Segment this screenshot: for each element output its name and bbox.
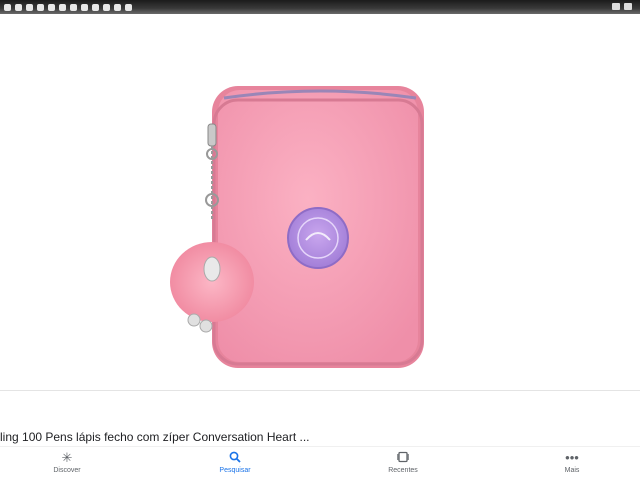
notification-icon bbox=[81, 3, 88, 11]
asterisk-icon: ✳ bbox=[61, 450, 73, 465]
notification-icon bbox=[70, 3, 77, 11]
battery-icon bbox=[624, 3, 632, 10]
notification-icon bbox=[92, 3, 99, 11]
notification-icon bbox=[37, 3, 44, 11]
notification-icon bbox=[114, 3, 121, 11]
bottom-navigation: ✳ Discover Pesquisar Recentes ••• Mais bbox=[0, 446, 640, 481]
nav-recents-label: Recentes bbox=[388, 467, 418, 474]
nav-more[interactable]: ••• Mais bbox=[532, 450, 612, 475]
notification-icon bbox=[59, 3, 66, 11]
search-icon bbox=[195, 451, 275, 465]
recents-icon bbox=[363, 451, 443, 465]
more-dots-icon: ••• bbox=[565, 450, 579, 465]
notification-icon bbox=[4, 3, 11, 11]
status-bar bbox=[0, 0, 640, 14]
pencil-case-illustration bbox=[170, 86, 424, 368]
nav-more-label: Mais bbox=[564, 467, 580, 474]
notification-icon bbox=[125, 3, 132, 11]
notification-icon bbox=[26, 3, 33, 11]
notification-icon bbox=[15, 3, 22, 11]
nav-recents[interactable]: Recentes bbox=[363, 451, 443, 474]
divider bbox=[0, 390, 640, 391]
nav-search[interactable]: Pesquisar bbox=[195, 451, 275, 474]
notification-icon bbox=[48, 3, 55, 11]
wifi-icon bbox=[612, 3, 620, 10]
nav-search-label: Pesquisar bbox=[219, 467, 251, 474]
nav-discover-label: Discover bbox=[53, 467, 81, 474]
notification-icon bbox=[103, 3, 110, 11]
result-caption[interactable]: ling 100 Pens lápis fecho com zíper Conv… bbox=[0, 430, 640, 444]
system-icons bbox=[612, 3, 632, 10]
product-image[interactable] bbox=[0, 14, 640, 390]
nav-discover[interactable]: ✳ Discover bbox=[27, 450, 107, 475]
